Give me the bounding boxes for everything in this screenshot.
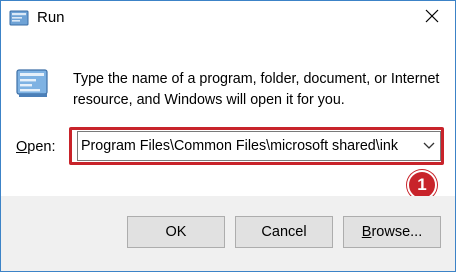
button-bar: OK Cancel Browse...	[1, 196, 455, 271]
browse-accelerator: B	[361, 224, 372, 240]
window-title: Run	[37, 9, 65, 26]
open-label-accelerator: O	[16, 139, 28, 155]
open-input[interactable]: Program Files\Common Files\microsoft sha…	[78, 138, 418, 154]
dialog-description: Type the name of a program, folder, docu…	[73, 71, 440, 108]
browse-button[interactable]: Browse...	[343, 216, 441, 248]
browse-label: rowse...	[371, 224, 423, 240]
open-label-text: pen:	[27, 139, 56, 155]
run-app-icon	[9, 8, 29, 28]
open-combobox[interactable]: Program Files\Common Files\microsoft sha…	[77, 131, 441, 161]
run-dialog: Run Type the name of a program, folder, …	[0, 0, 456, 272]
close-icon	[425, 9, 439, 28]
close-button[interactable]	[409, 1, 455, 35]
title-bar[interactable]: Run	[1, 1, 455, 35]
run-icon	[15, 65, 51, 101]
open-label: Open:	[16, 139, 56, 155]
dialog-body: Type the name of a program, folder, docu…	[1, 35, 455, 200]
dropdown-button[interactable]	[418, 132, 440, 160]
cancel-button[interactable]: Cancel	[235, 216, 333, 248]
ok-button[interactable]: OK	[127, 216, 225, 248]
chevron-down-icon	[423, 137, 435, 155]
